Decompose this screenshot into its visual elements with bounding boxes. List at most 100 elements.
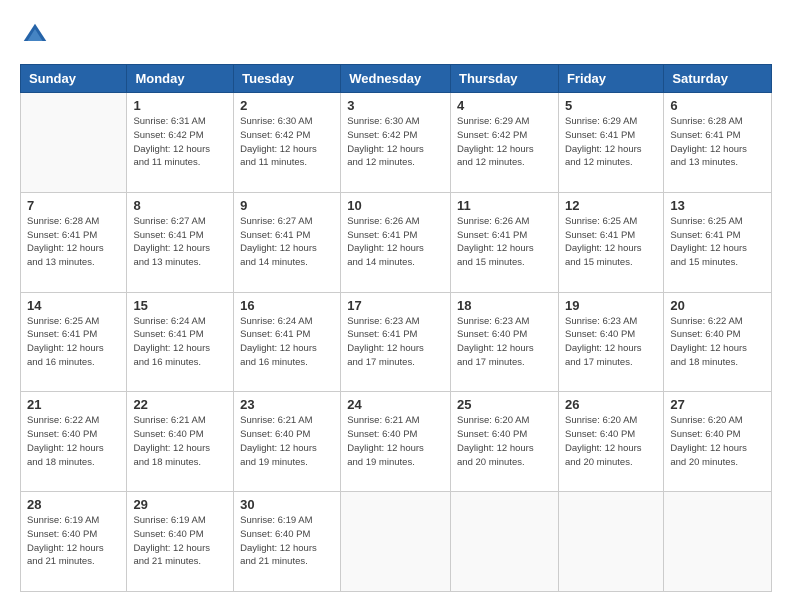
day-number: 11 — [457, 198, 552, 213]
day-info: Sunrise: 6:26 AMSunset: 6:41 PMDaylight:… — [347, 215, 444, 270]
calendar-week-row: 21 Sunrise: 6:22 AMSunset: 6:40 PMDayligh… — [21, 392, 772, 492]
calendar-day-header: Tuesday — [234, 65, 341, 93]
logo — [20, 20, 54, 50]
calendar-cell: 14 Sunrise: 6:25 AMSunset: 6:41 PMDayligh… — [21, 292, 127, 392]
day-number: 12 — [565, 198, 657, 213]
calendar-cell: 1 Sunrise: 6:31 AMSunset: 6:42 PMDaylight… — [127, 93, 234, 193]
day-info: Sunrise: 6:20 AMSunset: 6:40 PMDaylight:… — [457, 414, 552, 469]
calendar-cell: 20 Sunrise: 6:22 AMSunset: 6:40 PMDayligh… — [664, 292, 772, 392]
calendar-cell: 24 Sunrise: 6:21 AMSunset: 6:40 PMDayligh… — [341, 392, 451, 492]
day-info: Sunrise: 6:24 AMSunset: 6:41 PMDaylight:… — [133, 315, 227, 370]
day-info: Sunrise: 6:23 AMSunset: 6:40 PMDaylight:… — [565, 315, 657, 370]
calendar-cell: 22Sunrise: 6:21 AMSunset: 6:40 PMDayligh… — [127, 392, 234, 492]
calendar-week-row: 28 Sunrise: 6:19 AMSunset: 6:40 PMDayligh… — [21, 492, 772, 592]
day-number: 13 — [670, 198, 765, 213]
day-number: 14 — [27, 298, 120, 313]
day-number: 21 — [27, 397, 120, 412]
calendar-cell — [558, 492, 663, 592]
calendar-table: SundayMondayTuesdayWednesdayThursdayFrid… — [20, 64, 772, 592]
day-number: 23 — [240, 397, 334, 412]
day-info: Sunrise: 6:25 AMSunset: 6:41 PMDaylight:… — [27, 315, 120, 370]
day-info: Sunrise: 6:27 AMSunset: 6:41 PMDaylight:… — [133, 215, 227, 270]
calendar-cell: 17 Sunrise: 6:23 AMSunset: 6:41 PMDayligh… — [341, 292, 451, 392]
day-number: 19 — [565, 298, 657, 313]
day-number: 16 — [240, 298, 334, 313]
calendar-header-row: SundayMondayTuesdayWednesdayThursdayFrid… — [21, 65, 772, 93]
calendar-cell: 26 Sunrise: 6:20 AMSunset: 6:40 PMDayligh… — [558, 392, 663, 492]
calendar-cell: 12Sunrise: 6:25 AMSunset: 6:41 PMDayligh… — [558, 192, 663, 292]
calendar-cell: 19 Sunrise: 6:23 AMSunset: 6:40 PMDayligh… — [558, 292, 663, 392]
day-info: Sunrise: 6:23 AMSunset: 6:41 PMDaylight:… — [347, 315, 444, 370]
day-number: 22 — [133, 397, 227, 412]
day-number: 18 — [457, 298, 552, 313]
day-number: 24 — [347, 397, 444, 412]
calendar-cell: 21 Sunrise: 6:22 AMSunset: 6:40 PMDayligh… — [21, 392, 127, 492]
calendar-week-row: 7Sunrise: 6:28 AMSunset: 6:41 PMDaylight… — [21, 192, 772, 292]
day-info: Sunrise: 6:29 AMSunset: 6:42 PMDaylight:… — [457, 115, 552, 170]
calendar-cell: 4 Sunrise: 6:29 AMSunset: 6:42 PMDaylight… — [451, 93, 559, 193]
calendar-day-header: Thursday — [451, 65, 559, 93]
calendar-day-header: Friday — [558, 65, 663, 93]
calendar-cell: 8 Sunrise: 6:27 AMSunset: 6:41 PMDaylight… — [127, 192, 234, 292]
calendar-cell: 6 Sunrise: 6:28 AMSunset: 6:41 PMDaylight… — [664, 93, 772, 193]
calendar-cell — [451, 492, 559, 592]
day-number: 29 — [133, 497, 227, 512]
calendar-day-header: Sunday — [21, 65, 127, 93]
logo-icon — [20, 20, 50, 50]
calendar-week-row: 1 Sunrise: 6:31 AMSunset: 6:42 PMDaylight… — [21, 93, 772, 193]
day-info: Sunrise: 6:28 AMSunset: 6:41 PMDaylight:… — [670, 115, 765, 170]
day-number: 15 — [133, 298, 227, 313]
day-number: 1 — [133, 98, 227, 113]
day-info: Sunrise: 6:24 AMSunset: 6:41 PMDaylight:… — [240, 315, 334, 370]
day-number: 17 — [347, 298, 444, 313]
day-info: Sunrise: 6:20 AMSunset: 6:40 PMDaylight:… — [670, 414, 765, 469]
calendar-cell: 18 Sunrise: 6:23 AMSunset: 6:40 PMDayligh… — [451, 292, 559, 392]
calendar-cell: 25 Sunrise: 6:20 AMSunset: 6:40 PMDayligh… — [451, 392, 559, 492]
day-number: 27 — [670, 397, 765, 412]
calendar-cell: 10 Sunrise: 6:26 AMSunset: 6:41 PMDayligh… — [341, 192, 451, 292]
calendar-cell: 16 Sunrise: 6:24 AMSunset: 6:41 PMDayligh… — [234, 292, 341, 392]
day-info: Sunrise: 6:22 AMSunset: 6:40 PMDaylight:… — [27, 414, 120, 469]
day-info: Sunrise: 6:27 AMSunset: 6:41 PMDaylight:… — [240, 215, 334, 270]
day-info: Sunrise: 6:31 AMSunset: 6:42 PMDaylight:… — [133, 115, 227, 170]
day-number: 8 — [133, 198, 227, 213]
calendar-cell — [21, 93, 127, 193]
day-number: 7 — [27, 198, 120, 213]
day-info: Sunrise: 6:23 AMSunset: 6:40 PMDaylight:… — [457, 315, 552, 370]
calendar-cell: 13Sunrise: 6:25 AMSunset: 6:41 PMDayligh… — [664, 192, 772, 292]
day-number: 26 — [565, 397, 657, 412]
calendar-cell — [664, 492, 772, 592]
calendar-week-row: 14 Sunrise: 6:25 AMSunset: 6:41 PMDayligh… — [21, 292, 772, 392]
day-info: Sunrise: 6:21 AMSunset: 6:40 PMDaylight:… — [347, 414, 444, 469]
calendar-day-header: Saturday — [664, 65, 772, 93]
day-info: Sunrise: 6:26 AMSunset: 6:41 PMDaylight:… — [457, 215, 552, 270]
day-number: 3 — [347, 98, 444, 113]
calendar-cell: 3 Sunrise: 6:30 AMSunset: 6:42 PMDaylight… — [341, 93, 451, 193]
calendar-cell: 5Sunrise: 6:29 AMSunset: 6:41 PMDaylight… — [558, 93, 663, 193]
calendar-cell: 11 Sunrise: 6:26 AMSunset: 6:41 PMDayligh… — [451, 192, 559, 292]
calendar-cell: 23Sunrise: 6:21 AMSunset: 6:40 PMDayligh… — [234, 392, 341, 492]
day-info: Sunrise: 6:30 AMSunset: 6:42 PMDaylight:… — [347, 115, 444, 170]
calendar-cell: 28Sunrise: 6:19 AMSunset: 6:40 PMDayligh… — [21, 492, 127, 592]
day-number: 30 — [240, 497, 334, 512]
day-info: Sunrise: 6:22 AMSunset: 6:40 PMDaylight:… — [670, 315, 765, 370]
day-number: 10 — [347, 198, 444, 213]
day-number: 25 — [457, 397, 552, 412]
calendar-day-header: Wednesday — [341, 65, 451, 93]
day-info: Sunrise: 6:20 AMSunset: 6:40 PMDaylight:… — [565, 414, 657, 469]
day-number: 28 — [27, 497, 120, 512]
page: SundayMondayTuesdayWednesdayThursdayFrid… — [0, 0, 792, 612]
calendar-cell: 9 Sunrise: 6:27 AMSunset: 6:41 PMDaylight… — [234, 192, 341, 292]
day-number: 6 — [670, 98, 765, 113]
calendar-cell — [341, 492, 451, 592]
header — [20, 20, 772, 50]
day-number: 2 — [240, 98, 334, 113]
calendar-cell: 30 Sunrise: 6:19 AMSunset: 6:40 PMDayligh… — [234, 492, 341, 592]
day-number: 4 — [457, 98, 552, 113]
calendar-cell: 7Sunrise: 6:28 AMSunset: 6:41 PMDaylight… — [21, 192, 127, 292]
day-number: 20 — [670, 298, 765, 313]
day-info: Sunrise: 6:19 AMSunset: 6:40 PMDaylight:… — [240, 514, 334, 569]
day-number: 9 — [240, 198, 334, 213]
calendar-cell: 29Sunrise: 6:19 AMSunset: 6:40 PMDayligh… — [127, 492, 234, 592]
day-number: 5 — [565, 98, 657, 113]
